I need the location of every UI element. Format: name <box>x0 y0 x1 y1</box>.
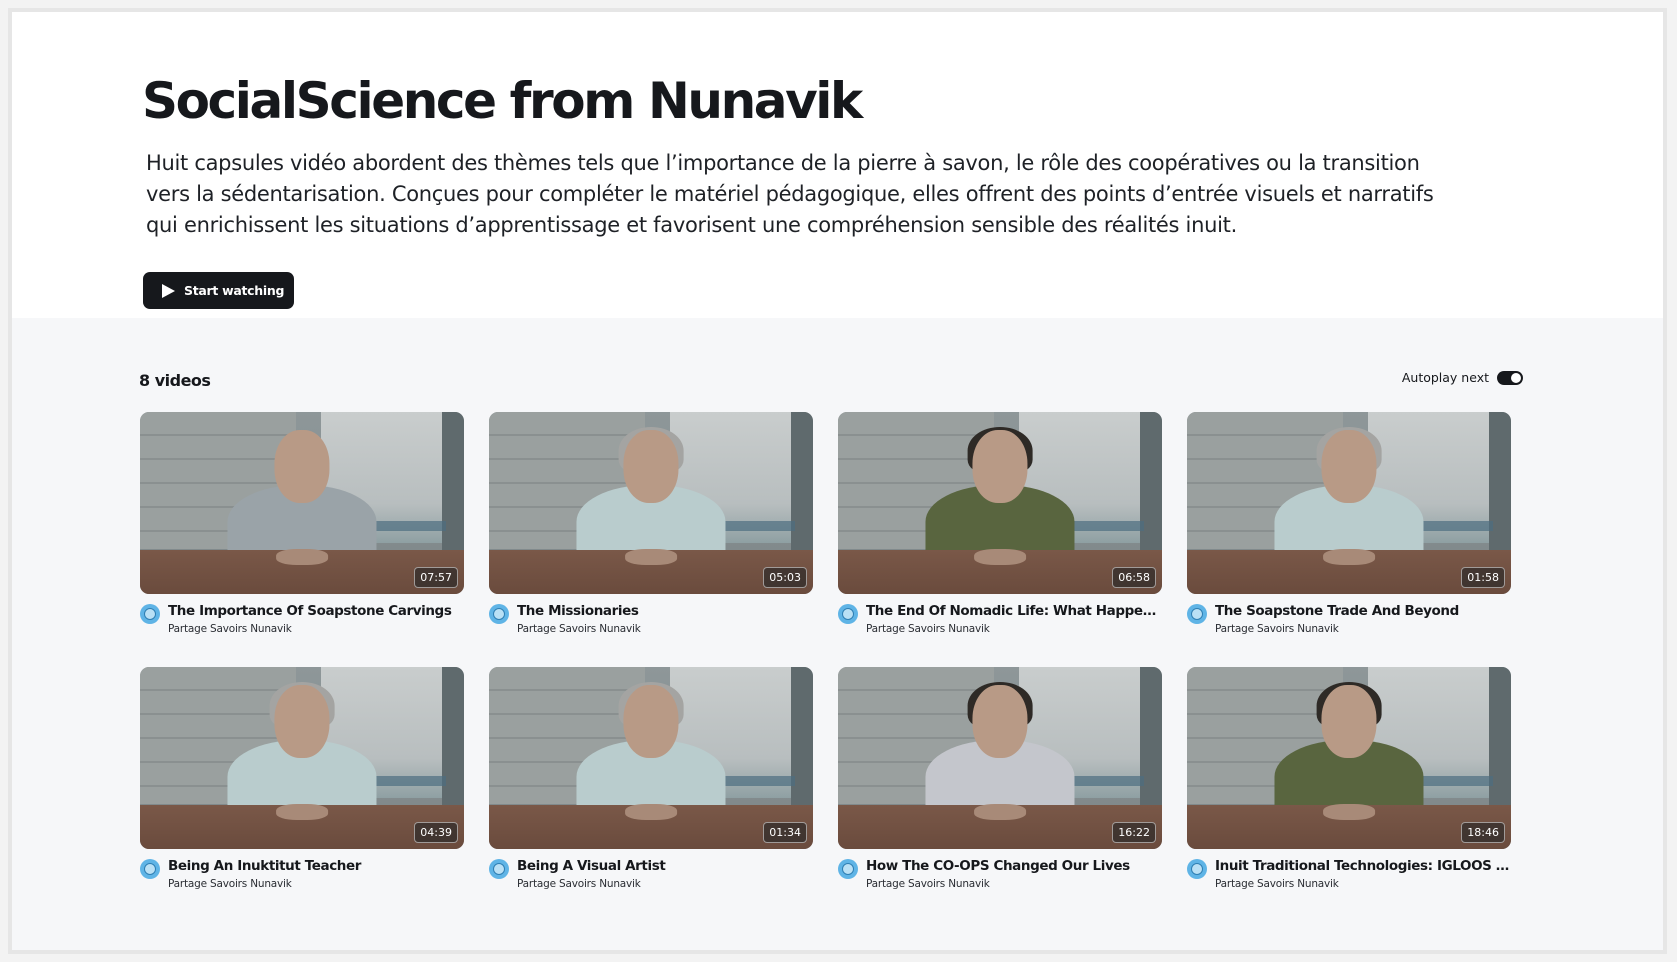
video-duration: 18:46 <box>1461 822 1505 843</box>
autoplay-control: Autoplay next <box>1402 370 1523 385</box>
video-meta: The Importance Of Soapstone Carvings Par… <box>140 603 464 635</box>
page-description: Huit capsules vidéo abordent des thèmes … <box>146 151 1434 237</box>
video-meta: The End Of Nomadic Life: What Happene...… <box>838 603 1162 635</box>
video-title[interactable]: The Importance Of Soapstone Carvings <box>168 603 464 619</box>
channel-avatar-icon[interactable] <box>1187 859 1207 879</box>
video-count: 8 videos <box>139 371 211 390</box>
page-title: SocialScience from Nunavik <box>142 72 863 130</box>
video-thumbnail[interactable]: 07:57 <box>140 412 464 594</box>
video-card[interactable]: 01:58 The Soapstone Trade And Beyond Par… <box>1187 412 1511 635</box>
page-frame: SocialScience from Nunavik Huit capsules… <box>8 8 1667 954</box>
video-meta: How The CO-OPS Changed Our Lives Partage… <box>838 858 1162 890</box>
video-meta: Inuit Traditional Technologies: IGLOOS A… <box>1187 858 1511 890</box>
video-thumbnail[interactable]: 18:46 <box>1187 667 1511 849</box>
channel-avatar-icon[interactable] <box>838 859 858 879</box>
autoplay-toggle[interactable] <box>1497 370 1523 385</box>
video-thumbnail[interactable]: 01:58 <box>1187 412 1511 594</box>
channel-avatar-icon[interactable] <box>489 859 509 879</box>
video-thumbnail[interactable]: 05:03 <box>489 412 813 594</box>
channel-avatar-icon[interactable] <box>489 604 509 624</box>
video-duration: 01:58 <box>1461 567 1505 588</box>
video-thumbnail[interactable]: 06:58 <box>838 412 1162 594</box>
video-duration: 04:39 <box>414 822 458 843</box>
channel-avatar-icon[interactable] <box>1187 604 1207 624</box>
channel-name[interactable]: Partage Savoirs Nunavik <box>866 878 1162 890</box>
channel-name[interactable]: Partage Savoirs Nunavik <box>517 623 813 635</box>
hero-section: SocialScience from Nunavik Huit capsules… <box>12 12 1663 318</box>
channel-name[interactable]: Partage Savoirs Nunavik <box>866 623 1162 635</box>
video-meta: The Soapstone Trade And Beyond Partage S… <box>1187 603 1511 635</box>
video-card[interactable]: 18:46 Inuit Traditional Technologies: IG… <box>1187 667 1511 890</box>
video-card[interactable]: 05:03 The Missionaries Partage Savoirs N… <box>489 412 813 635</box>
video-thumbnail[interactable]: 16:22 <box>838 667 1162 849</box>
video-card[interactable]: 07:57 The Importance Of Soapstone Carvin… <box>140 412 464 635</box>
channel-avatar-icon[interactable] <box>838 604 858 624</box>
video-title[interactable]: Inuit Traditional Technologies: IGLOOS A… <box>1215 858 1511 874</box>
video-title[interactable]: The Missionaries <box>517 603 813 619</box>
channel-name[interactable]: Partage Savoirs Nunavik <box>168 878 464 890</box>
channel-name[interactable]: Partage Savoirs Nunavik <box>1215 878 1511 890</box>
start-watching-button[interactable]: Start watching <box>143 272 294 309</box>
video-duration: 16:22 <box>1112 822 1156 843</box>
video-meta: The Missionaries Partage Savoirs Nunavik <box>489 603 813 635</box>
autoplay-label: Autoplay next <box>1401 370 1489 385</box>
video-card[interactable]: 04:39 Being An Inuktitut Teacher Partage… <box>140 667 464 890</box>
video-meta: Being An Inuktitut Teacher Partage Savoi… <box>140 858 464 890</box>
channel-avatar-icon[interactable] <box>140 604 160 624</box>
video-title[interactable]: Being A Visual Artist <box>517 858 813 874</box>
video-thumbnail[interactable]: 01:34 <box>489 667 813 849</box>
video-card[interactable]: 01:34 Being A Visual Artist Partage Savo… <box>489 667 813 890</box>
video-thumbnail[interactable]: 04:39 <box>140 667 464 849</box>
video-title[interactable]: The End Of Nomadic Life: What Happene... <box>866 603 1162 619</box>
video-grid: 07:57 The Importance Of Soapstone Carvin… <box>140 412 1511 890</box>
video-meta: Being A Visual Artist Partage Savoirs Nu… <box>489 858 813 890</box>
channel-name[interactable]: Partage Savoirs Nunavik <box>517 878 813 890</box>
video-card[interactable]: 16:22 How The CO-OPS Changed Our Lives P… <box>838 667 1162 890</box>
video-duration: 05:03 <box>763 567 807 588</box>
start-watching-label: Start watching <box>184 283 285 298</box>
video-duration: 07:57 <box>414 567 458 588</box>
video-title[interactable]: Being An Inuktitut Teacher <box>168 858 464 874</box>
video-list-section: 8 videos Autoplay next 07:57 The Importa… <box>12 318 1663 950</box>
video-title[interactable]: The Soapstone Trade And Beyond <box>1215 603 1511 619</box>
video-card[interactable]: 06:58 The End Of Nomadic Life: What Happ… <box>838 412 1162 635</box>
video-duration: 06:58 <box>1112 567 1156 588</box>
channel-name[interactable]: Partage Savoirs Nunavik <box>1215 623 1511 635</box>
channel-name[interactable]: Partage Savoirs Nunavik <box>168 623 464 635</box>
channel-avatar-icon[interactable] <box>140 859 160 879</box>
play-icon <box>162 283 175 298</box>
video-title[interactable]: How The CO-OPS Changed Our Lives <box>866 858 1162 874</box>
video-duration: 01:34 <box>763 822 807 843</box>
